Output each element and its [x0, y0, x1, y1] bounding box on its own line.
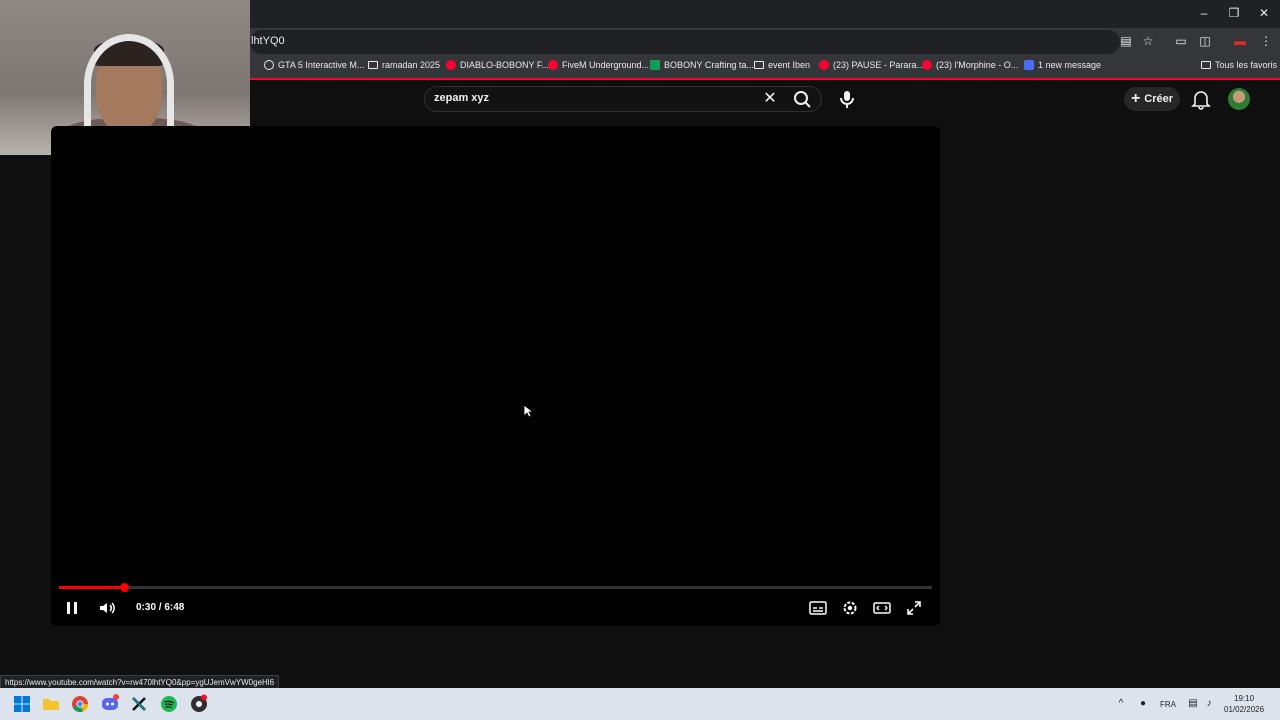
create-button[interactable]: + Créer	[1124, 87, 1180, 111]
youtube-icon	[446, 60, 456, 70]
clock-date: 01/02/2026	[1224, 705, 1265, 714]
bookmark-item[interactable]: DIABLO-BOBONY F...	[446, 60, 549, 70]
youtube-icon	[819, 60, 829, 70]
microphone-tray-icon[interactable]: ●	[1136, 697, 1150, 711]
bookmark-label: (23) l'Morphine - O...	[936, 60, 1019, 70]
spotify-icon[interactable]	[159, 694, 179, 714]
pause-icon[interactable]	[62, 598, 82, 618]
extensions-icon[interactable]: ◫	[1197, 33, 1213, 49]
chrome-menu-icon[interactable]: ⋮	[1258, 33, 1274, 49]
obs-icon[interactable]	[189, 694, 209, 714]
progress-played	[59, 586, 124, 589]
time-display: 0:30 / 6:48	[136, 602, 185, 613]
speaker-icon[interactable]: ♪	[1202, 697, 1216, 711]
sheets-icon	[650, 60, 660, 70]
discord-icon[interactable]	[100, 694, 120, 714]
volume-icon[interactable]	[97, 598, 117, 618]
search-query[interactable]: zepam xyz	[434, 92, 489, 104]
bookmark-label: FiveM Underground...	[562, 60, 650, 70]
create-label: Créer	[1144, 93, 1174, 105]
chrome-icon[interactable]	[70, 694, 90, 714]
url-text[interactable]: lhtYQ0	[251, 35, 285, 47]
settings-gear-icon[interactable]	[840, 598, 860, 618]
bookmark-star-icon[interactable]: ☆	[1140, 33, 1156, 49]
globe-icon	[264, 60, 274, 70]
bookmark-label: 1 new message	[1038, 60, 1102, 70]
tab-search-icon[interactable]: ▭	[1173, 33, 1189, 49]
clock[interactable]: 19:10 01/02/2026	[1224, 693, 1264, 715]
bookmark-item[interactable]: (23) l'Morphine - O...	[922, 60, 1018, 70]
install-app-icon[interactable]: ▤	[1118, 33, 1134, 49]
progress-scrubber[interactable]	[119, 583, 129, 592]
bookmark-item[interactable]: FiveM Underground...	[548, 60, 649, 70]
folder-icon	[1201, 61, 1211, 69]
headset-icon	[84, 34, 174, 134]
avatar[interactable]	[1228, 88, 1250, 110]
clear-search-icon[interactable]: ✕	[760, 89, 780, 109]
notifications-bell-icon[interactable]	[1191, 88, 1211, 110]
folder-icon	[368, 61, 378, 69]
bookmark-label: ramadan 2025	[382, 60, 441, 70]
bookmark-label: Tous les favoris	[1215, 60, 1278, 70]
bookmark-label: event Iben	[768, 60, 811, 70]
network-icon[interactable]: ▤	[1186, 697, 1200, 711]
close-window-icon[interactable]: ✕	[1254, 4, 1274, 22]
plus-icon: +	[1130, 90, 1141, 107]
capcut-icon[interactable]	[129, 694, 149, 714]
fullscreen-icon[interactable]	[904, 598, 924, 618]
minimize-icon[interactable]: –	[1194, 4, 1214, 22]
bookmark-item[interactable]: BOBONY Crafting ta...	[650, 60, 754, 70]
all-bookmarks-folder[interactable]: Tous les favoris	[1201, 60, 1277, 70]
progress-track[interactable]	[59, 586, 932, 589]
youtube-icon	[548, 60, 558, 70]
youtube-icon	[922, 60, 932, 70]
windows-start-icon[interactable]	[12, 694, 32, 714]
clock-time: 19:10	[1234, 694, 1255, 703]
bookmark-item[interactable]: ramadan 2025	[368, 60, 440, 70]
bookmark-item[interactable]: event Iben	[754, 60, 810, 70]
page-load-bar	[250, 78, 1280, 80]
omnibox[interactable]	[250, 30, 1120, 54]
subtitles-icon[interactable]	[808, 598, 828, 618]
mouse-cursor-icon	[523, 404, 535, 418]
file-explorer-icon[interactable]	[41, 694, 61, 714]
chevron-up-icon[interactable]: ^	[1114, 697, 1128, 711]
bookmark-item[interactable]: 1 new message	[1024, 60, 1101, 70]
bookmark-label: (23) PAUSE - Parara...	[833, 60, 924, 70]
profile-flag-icon[interactable]: ▬	[1232, 33, 1248, 49]
search-icon[interactable]	[790, 87, 814, 111]
folder-icon	[754, 61, 764, 69]
bookmark-label: DIABLO-BOBONY F...	[460, 60, 549, 70]
bookmark-item[interactable]: GTA 5 Interactive M...	[264, 60, 364, 70]
microphone-icon[interactable]	[835, 87, 859, 111]
restore-icon[interactable]: ❐	[1224, 4, 1244, 22]
message-icon	[1024, 60, 1034, 70]
bookmark-label: BOBONY Crafting ta...	[664, 60, 754, 70]
bookmark-item[interactable]: (23) PAUSE - Parara...	[819, 60, 924, 70]
theater-mode-icon[interactable]	[872, 598, 892, 618]
bookmark-label: GTA 5 Interactive M...	[278, 60, 365, 70]
language-indicator[interactable]: FRA	[1160, 700, 1176, 709]
video-player[interactable]	[51, 126, 940, 626]
